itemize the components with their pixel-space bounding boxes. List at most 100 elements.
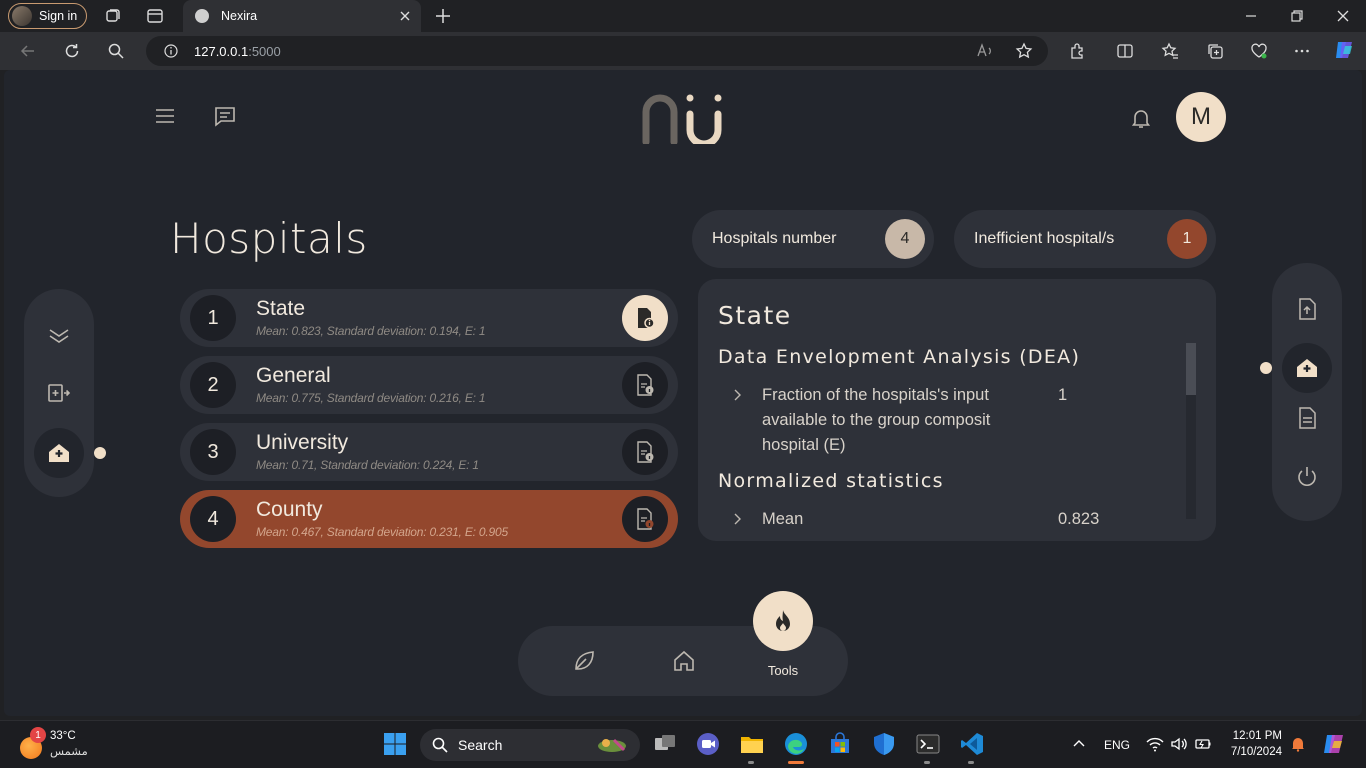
- teams-meet-icon[interactable]: [695, 731, 721, 757]
- copilot-taskbar-icon[interactable]: [1321, 731, 1347, 757]
- extensions-icon[interactable]: [1067, 41, 1087, 61]
- item-name: General: [256, 364, 331, 387]
- nexira-logo: [642, 92, 726, 144]
- item-stats: Mean: 0.71, Standard deviation: 0.224, E…: [256, 458, 479, 472]
- report-details-button[interactable]: [622, 362, 668, 408]
- notifications-bell-icon[interactable]: [1129, 106, 1153, 130]
- system-clock[interactable]: 12:01 PM 7/10/2024: [1226, 728, 1282, 760]
- back-icon[interactable]: [18, 41, 38, 61]
- microsoft-store-icon[interactable]: [827, 731, 853, 757]
- document-icon[interactable]: [1295, 406, 1319, 430]
- hospital-detail-panel: State Data Envelopment Analysis (DEA) Fr…: [698, 279, 1216, 541]
- home-icon[interactable]: [672, 649, 696, 673]
- refresh-icon[interactable]: [62, 41, 82, 61]
- weather-badge: 1: [30, 727, 46, 743]
- close-window-icon[interactable]: [1333, 6, 1353, 26]
- more-options-icon[interactable]: [1292, 41, 1312, 61]
- browser-essentials-icon[interactable]: [1249, 41, 1269, 61]
- add-export-icon[interactable]: [47, 381, 71, 405]
- tab-title: Nexira: [221, 9, 258, 23]
- stat-count-badge: 4: [885, 219, 925, 259]
- workspaces-icon[interactable]: [103, 6, 123, 26]
- file-info-icon: [637, 508, 654, 530]
- hamburger-menu-icon[interactable]: [153, 104, 177, 128]
- browser-toolbar: 127.0.0.1:5000: [0, 32, 1366, 70]
- split-screen-icon[interactable]: [1115, 41, 1135, 61]
- chevron-right-icon[interactable]: [730, 512, 744, 526]
- taskbar-search[interactable]: Search: [420, 729, 640, 761]
- item-name: State: [256, 297, 306, 320]
- sun-icon: 1: [20, 727, 46, 759]
- url-host: 127.0.0.1: [194, 43, 249, 59]
- search-icon: [432, 737, 448, 753]
- leaf-icon[interactable]: [572, 649, 596, 673]
- windows-start-icon[interactable]: [382, 731, 408, 757]
- tab-actions-icon[interactable]: [145, 6, 165, 26]
- restore-icon[interactable]: [1287, 6, 1307, 26]
- file-explorer-icon[interactable]: [739, 731, 765, 757]
- tab-nexira[interactable]: Nexira: [183, 0, 421, 32]
- inefficient-hospitals-stat: Inefficient hospital/s 1: [954, 210, 1216, 268]
- site-info-icon[interactable]: [164, 44, 178, 58]
- terminal-icon[interactable]: [915, 731, 941, 757]
- collections-icon[interactable]: [1205, 41, 1225, 61]
- stat-label: Hospitals number: [712, 230, 837, 247]
- hospital-icon[interactable]: [47, 441, 71, 465]
- item-index: 1: [190, 295, 236, 341]
- file-upload-icon[interactable]: [1295, 297, 1319, 321]
- favorite-star-icon[interactable]: [1014, 41, 1034, 61]
- list-item[interactable]: 4 County Mean: 0.467, Standard deviation…: [180, 490, 678, 548]
- browser-tab-bar: Sign in Nexira: [0, 0, 1366, 32]
- detail-scrollbar-thumb[interactable]: [1186, 343, 1196, 395]
- weather-widget[interactable]: 1 33°C مشمس: [20, 727, 88, 759]
- active-indicator: [788, 761, 804, 764]
- list-item[interactable]: 1 State Mean: 0.823, Standard deviation:…: [180, 289, 678, 347]
- volume-icon[interactable]: [1166, 731, 1192, 757]
- sign-in-button[interactable]: Sign in: [8, 3, 87, 29]
- minimize-icon[interactable]: [1241, 6, 1261, 26]
- running-indicator: [968, 761, 974, 764]
- vscode-icon[interactable]: [959, 731, 985, 757]
- running-indicator: [924, 761, 930, 764]
- favorites-icon[interactable]: [1160, 41, 1180, 61]
- power-icon[interactable]: [1295, 465, 1319, 489]
- sign-in-label: Sign in: [39, 9, 78, 23]
- security-shield-icon[interactable]: [871, 731, 897, 757]
- new-tab-icon[interactable]: [433, 6, 453, 26]
- close-tab-icon[interactable]: [397, 8, 413, 24]
- show-hidden-icons-icon[interactable]: [1066, 731, 1092, 757]
- item-index: 2: [190, 362, 236, 408]
- tools-button[interactable]: [753, 591, 813, 651]
- notification-bell-icon[interactable]: [1285, 731, 1311, 757]
- messages-icon[interactable]: [213, 104, 237, 128]
- url-port: :5000: [248, 43, 281, 59]
- stat-label: Inefficient hospital/s: [974, 230, 1115, 247]
- search-icon[interactable]: [106, 41, 126, 61]
- input-language[interactable]: ENG: [1104, 738, 1130, 752]
- edge-browser-icon[interactable]: [783, 731, 809, 757]
- flame-icon: [776, 610, 790, 631]
- report-details-button[interactable]: [622, 496, 668, 542]
- report-details-button[interactable]: [622, 429, 668, 475]
- wifi-icon[interactable]: [1142, 731, 1168, 757]
- layers-chevron-icon[interactable]: [47, 321, 71, 345]
- chevron-right-icon[interactable]: [730, 388, 744, 402]
- report-details-button[interactable]: [622, 295, 668, 341]
- left-rail-indicator: [94, 447, 106, 459]
- task-view-icon[interactable]: [652, 731, 678, 757]
- read-aloud-icon[interactable]: [975, 41, 995, 61]
- page-title: Hospitals: [170, 214, 368, 263]
- hospitals-number-stat: Hospitals number 4: [692, 210, 934, 268]
- list-item[interactable]: 2 General Mean: 0.775, Standard deviatio…: [180, 356, 678, 414]
- list-item[interactable]: 3 University Mean: 0.71, Standard deviat…: [180, 423, 678, 481]
- copilot-icon[interactable]: [1332, 38, 1356, 62]
- hospital-icon[interactable]: [1295, 356, 1319, 380]
- clock-date: 7/10/2024: [1230, 746, 1282, 758]
- running-indicator: [748, 761, 754, 764]
- address-bar[interactable]: 127.0.0.1:5000: [146, 36, 1048, 66]
- battery-icon[interactable]: [1190, 731, 1216, 757]
- search-label: Search: [458, 737, 503, 753]
- efficiency-label: Fraction of the hospitals's input availa…: [762, 386, 991, 454]
- user-avatar[interactable]: M: [1176, 92, 1226, 142]
- mean-value: 0.823: [1058, 510, 1100, 528]
